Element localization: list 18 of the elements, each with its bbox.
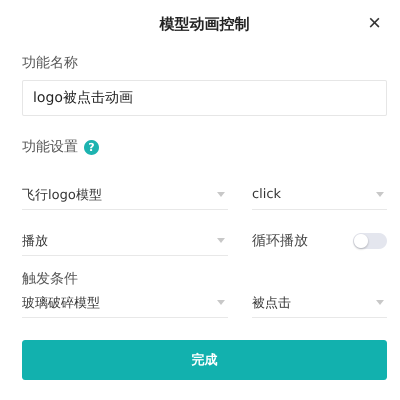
field-label: 功能名称 <box>22 54 79 72</box>
dropdown[interactable]: 播放 <box>22 226 228 256</box>
caret-icon <box>376 300 384 305</box>
dropdown[interactable]: 被点击 <box>252 288 387 318</box>
close-button[interactable]: × <box>364 11 385 35</box>
dropdown[interactable]: 玻璃破碎模型 <box>22 288 228 318</box>
section-label: 触发条件 <box>22 270 79 288</box>
name-input[interactable]: logo被点击动画 <box>22 80 387 116</box>
caret-icon <box>376 192 384 197</box>
caret-icon <box>217 238 225 243</box>
caret-icon <box>217 192 225 197</box>
toggle-switch[interactable] <box>353 233 387 249</box>
toggle-label: 循环播放 <box>252 232 308 250</box>
caret-icon <box>217 300 225 305</box>
section-label: 功能设置 <box>22 138 78 156</box>
dialog-title: 模型动画控制 <box>160 14 250 34</box>
dropdown[interactable]: 飞行logo模型 <box>22 180 228 210</box>
dropdown[interactable]: click <box>252 180 387 210</box>
